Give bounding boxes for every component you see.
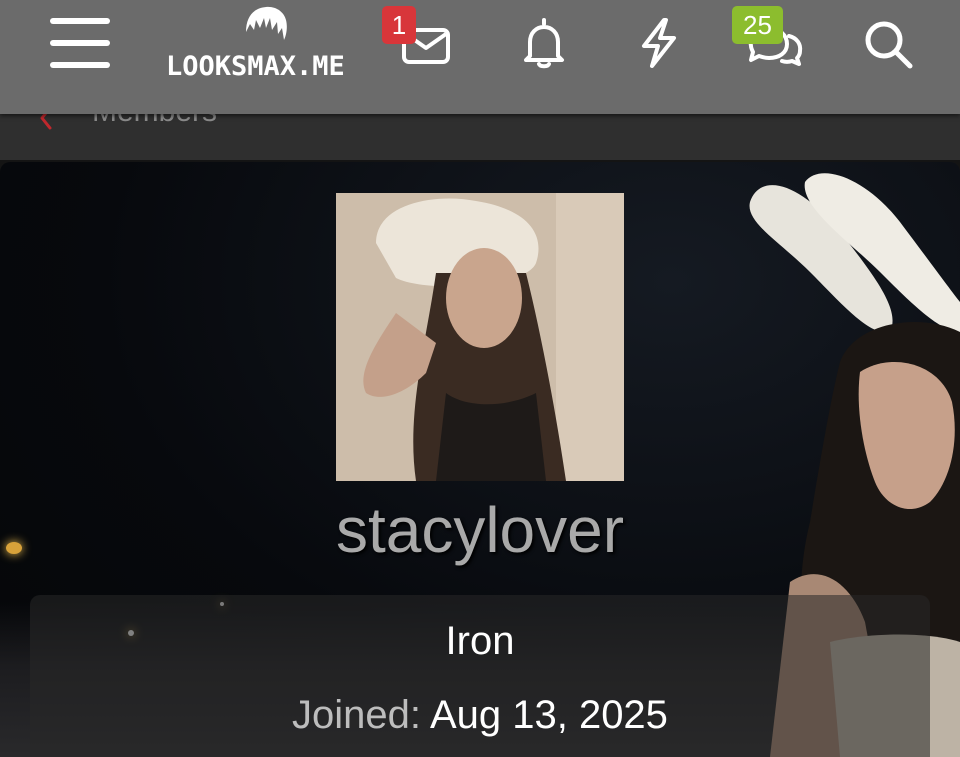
profile-info-card: Iron Joined: Aug 13, 2025 — [30, 595, 930, 757]
joined-label: Joined: — [292, 693, 422, 737]
breadcrumb-label: Members — [92, 114, 217, 128]
breadcrumb-back-link[interactable] — [36, 106, 66, 134]
menu-button[interactable] — [48, 16, 112, 72]
logo-hair-icon — [246, 6, 287, 41]
bell-icon — [524, 18, 564, 69]
user-rank: Iron — [445, 619, 515, 663]
joined-line: Joined: Aug 13, 2025 — [30, 691, 930, 739]
profile-banner: stacylover Iron Joined: Aug 13, 2025 — [0, 162, 960, 757]
search-button[interactable] — [860, 16, 916, 72]
breadcrumb: Members — [0, 106, 960, 160]
user-avatar[interactable] — [336, 193, 624, 481]
whats-new-button[interactable] — [636, 16, 682, 70]
conversations-count-badge: 25 — [732, 6, 783, 44]
top-navigation-bar: LOOKSMAX.ME 1 25 — [0, 0, 960, 114]
menu-icon — [50, 18, 110, 68]
logo-text: LOOKSMAX.ME — [166, 51, 345, 82]
bolt-icon — [642, 18, 676, 68]
alerts-button[interactable] — [518, 16, 570, 70]
search-icon — [865, 21, 913, 69]
messages-count-badge: 1 — [382, 6, 416, 44]
profile-username: stacylover — [335, 494, 625, 566]
site-logo[interactable]: LOOKSMAX.ME — [166, 4, 368, 84]
chevron-left-icon — [40, 106, 52, 130]
breadcrumb-members-link[interactable]: Members — [92, 114, 217, 134]
joined-date: Aug 13, 2025 — [429, 693, 668, 737]
